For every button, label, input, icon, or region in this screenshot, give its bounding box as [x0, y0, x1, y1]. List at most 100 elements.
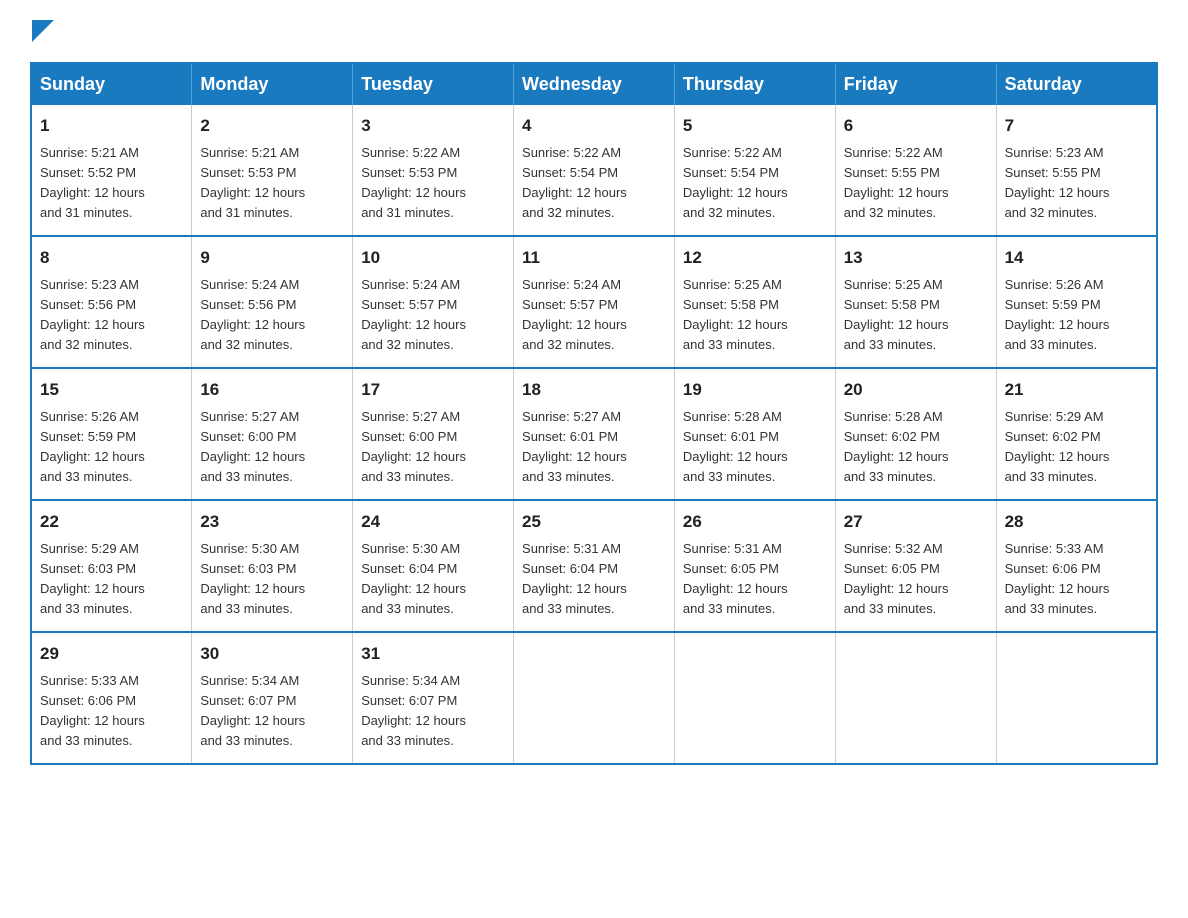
calendar-cell: 24 Sunrise: 5:30 AMSunset: 6:04 PMDayligh… — [353, 500, 514, 632]
day-info: Sunrise: 5:21 AMSunset: 5:52 PMDaylight:… — [40, 145, 145, 220]
day-number: 6 — [844, 113, 988, 139]
day-info: Sunrise: 5:21 AMSunset: 5:53 PMDaylight:… — [200, 145, 305, 220]
day-number: 9 — [200, 245, 344, 271]
day-number: 17 — [361, 377, 505, 403]
day-number: 18 — [522, 377, 666, 403]
day-info: Sunrise: 5:29 AMSunset: 6:03 PMDaylight:… — [40, 541, 145, 616]
day-number: 10 — [361, 245, 505, 271]
calendar-cell: 22 Sunrise: 5:29 AMSunset: 6:03 PMDayligh… — [31, 500, 192, 632]
calendar-cell: 4 Sunrise: 5:22 AMSunset: 5:54 PMDaylight… — [514, 105, 675, 236]
day-info: Sunrise: 5:26 AMSunset: 5:59 PMDaylight:… — [1005, 277, 1110, 352]
calendar-cell: 13Sunrise: 5:25 AMSunset: 5:58 PMDayligh… — [835, 236, 996, 368]
calendar-cell: 28Sunrise: 5:33 AMSunset: 6:06 PMDayligh… — [996, 500, 1157, 632]
calendar-cell: 3Sunrise: 5:22 AMSunset: 5:53 PMDaylight… — [353, 105, 514, 236]
day-number: 5 — [683, 113, 827, 139]
calendar-cell: 15 Sunrise: 5:26 AMSunset: 5:59 PMDayligh… — [31, 368, 192, 500]
column-header-monday: Monday — [192, 63, 353, 105]
calendar-cell: 2 Sunrise: 5:21 AMSunset: 5:53 PMDaylight… — [192, 105, 353, 236]
day-info: Sunrise: 5:24 AMSunset: 5:57 PMDaylight:… — [361, 277, 466, 352]
day-info: Sunrise: 5:34 AMSunset: 6:07 PMDaylight:… — [361, 673, 466, 748]
day-info: Sunrise: 5:25 AMSunset: 5:58 PMDaylight:… — [683, 277, 788, 352]
day-number: 11 — [522, 245, 666, 271]
day-number: 29 — [40, 641, 183, 667]
calendar-cell: 25 Sunrise: 5:31 AMSunset: 6:04 PMDayligh… — [514, 500, 675, 632]
calendar-cell: 5 Sunrise: 5:22 AMSunset: 5:54 PMDaylight… — [674, 105, 835, 236]
calendar-cell: 10 Sunrise: 5:24 AMSunset: 5:57 PMDayligh… — [353, 236, 514, 368]
column-header-sunday: Sunday — [31, 63, 192, 105]
day-number: 21 — [1005, 377, 1148, 403]
day-number: 22 — [40, 509, 183, 535]
calendar-cell: 8Sunrise: 5:23 AMSunset: 5:56 PMDaylight… — [31, 236, 192, 368]
calendar-week-row: 15 Sunrise: 5:26 AMSunset: 5:59 PMDayligh… — [31, 368, 1157, 500]
calendar-cell — [674, 632, 835, 764]
calendar-cell: 7 Sunrise: 5:23 AMSunset: 5:55 PMDaylight… — [996, 105, 1157, 236]
calendar-cell: 18Sunrise: 5:27 AMSunset: 6:01 PMDayligh… — [514, 368, 675, 500]
day-info: Sunrise: 5:23 AMSunset: 5:56 PMDaylight:… — [40, 277, 145, 352]
day-info: Sunrise: 5:28 AMSunset: 6:01 PMDaylight:… — [683, 409, 788, 484]
calendar-cell: 21 Sunrise: 5:29 AMSunset: 6:02 PMDayligh… — [996, 368, 1157, 500]
day-number: 7 — [1005, 113, 1148, 139]
calendar-cell: 12 Sunrise: 5:25 AMSunset: 5:58 PMDayligh… — [674, 236, 835, 368]
day-info: Sunrise: 5:31 AMSunset: 6:04 PMDaylight:… — [522, 541, 627, 616]
calendar-cell: 29 Sunrise: 5:33 AMSunset: 6:06 PMDayligh… — [31, 632, 192, 764]
day-number: 16 — [200, 377, 344, 403]
day-number: 27 — [844, 509, 988, 535]
day-number: 25 — [522, 509, 666, 535]
calendar-cell — [514, 632, 675, 764]
day-number: 24 — [361, 509, 505, 535]
day-info: Sunrise: 5:26 AMSunset: 5:59 PMDaylight:… — [40, 409, 145, 484]
day-info: Sunrise: 5:22 AMSunset: 5:55 PMDaylight:… — [844, 145, 949, 220]
page-header — [30, 20, 1158, 42]
column-header-thursday: Thursday — [674, 63, 835, 105]
calendar-week-row: 1 Sunrise: 5:21 AMSunset: 5:52 PMDaylight… — [31, 105, 1157, 236]
calendar-cell: 6 Sunrise: 5:22 AMSunset: 5:55 PMDaylight… — [835, 105, 996, 236]
day-number: 15 — [40, 377, 183, 403]
day-number: 20 — [844, 377, 988, 403]
day-info: Sunrise: 5:23 AMSunset: 5:55 PMDaylight:… — [1005, 145, 1110, 220]
day-number: 12 — [683, 245, 827, 271]
calendar-cell: 31 Sunrise: 5:34 AMSunset: 6:07 PMDayligh… — [353, 632, 514, 764]
day-info: Sunrise: 5:24 AMSunset: 5:57 PMDaylight:… — [522, 277, 627, 352]
calendar-cell: 26 Sunrise: 5:31 AMSunset: 6:05 PMDayligh… — [674, 500, 835, 632]
day-info: Sunrise: 5:32 AMSunset: 6:05 PMDaylight:… — [844, 541, 949, 616]
calendar-cell: 16 Sunrise: 5:27 AMSunset: 6:00 PMDayligh… — [192, 368, 353, 500]
day-info: Sunrise: 5:27 AMSunset: 6:00 PMDaylight:… — [200, 409, 305, 484]
day-info: Sunrise: 5:24 AMSunset: 5:56 PMDaylight:… — [200, 277, 305, 352]
day-info: Sunrise: 5:30 AMSunset: 6:04 PMDaylight:… — [361, 541, 466, 616]
day-info: Sunrise: 5:30 AMSunset: 6:03 PMDaylight:… — [200, 541, 305, 616]
day-number: 30 — [200, 641, 344, 667]
day-info: Sunrise: 5:33 AMSunset: 6:06 PMDaylight:… — [1005, 541, 1110, 616]
calendar-cell: 23 Sunrise: 5:30 AMSunset: 6:03 PMDayligh… — [192, 500, 353, 632]
day-number: 19 — [683, 377, 827, 403]
day-info: Sunrise: 5:25 AMSunset: 5:58 PMDaylight:… — [844, 277, 949, 352]
day-info: Sunrise: 5:31 AMSunset: 6:05 PMDaylight:… — [683, 541, 788, 616]
calendar-week-row: 29 Sunrise: 5:33 AMSunset: 6:06 PMDayligh… — [31, 632, 1157, 764]
calendar-cell: 1 Sunrise: 5:21 AMSunset: 5:52 PMDaylight… — [31, 105, 192, 236]
calendar-cell: 20 Sunrise: 5:28 AMSunset: 6:02 PMDayligh… — [835, 368, 996, 500]
day-number: 26 — [683, 509, 827, 535]
day-info: Sunrise: 5:28 AMSunset: 6:02 PMDaylight:… — [844, 409, 949, 484]
calendar-table: SundayMondayTuesdayWednesdayThursdayFrid… — [30, 62, 1158, 765]
calendar-cell: 19 Sunrise: 5:28 AMSunset: 6:01 PMDayligh… — [674, 368, 835, 500]
day-info: Sunrise: 5:22 AMSunset: 5:54 PMDaylight:… — [522, 145, 627, 220]
calendar-week-row: 8Sunrise: 5:23 AMSunset: 5:56 PMDaylight… — [31, 236, 1157, 368]
calendar-cell — [996, 632, 1157, 764]
day-number: 1 — [40, 113, 183, 139]
day-number: 2 — [200, 113, 344, 139]
day-info: Sunrise: 5:22 AMSunset: 5:54 PMDaylight:… — [683, 145, 788, 220]
day-number: 3 — [361, 113, 505, 139]
calendar-cell: 27 Sunrise: 5:32 AMSunset: 6:05 PMDayligh… — [835, 500, 996, 632]
day-number: 4 — [522, 113, 666, 139]
logo — [30, 20, 54, 42]
day-info: Sunrise: 5:33 AMSunset: 6:06 PMDaylight:… — [40, 673, 145, 748]
day-info: Sunrise: 5:27 AMSunset: 6:00 PMDaylight:… — [361, 409, 466, 484]
calendar-week-row: 22 Sunrise: 5:29 AMSunset: 6:03 PMDayligh… — [31, 500, 1157, 632]
day-info: Sunrise: 5:29 AMSunset: 6:02 PMDaylight:… — [1005, 409, 1110, 484]
column-header-saturday: Saturday — [996, 63, 1157, 105]
column-header-tuesday: Tuesday — [353, 63, 514, 105]
logo-arrow-icon — [32, 20, 54, 42]
calendar-cell: 11 Sunrise: 5:24 AMSunset: 5:57 PMDayligh… — [514, 236, 675, 368]
calendar-cell: 30Sunrise: 5:34 AMSunset: 6:07 PMDayligh… — [192, 632, 353, 764]
day-number: 23 — [200, 509, 344, 535]
day-number: 31 — [361, 641, 505, 667]
